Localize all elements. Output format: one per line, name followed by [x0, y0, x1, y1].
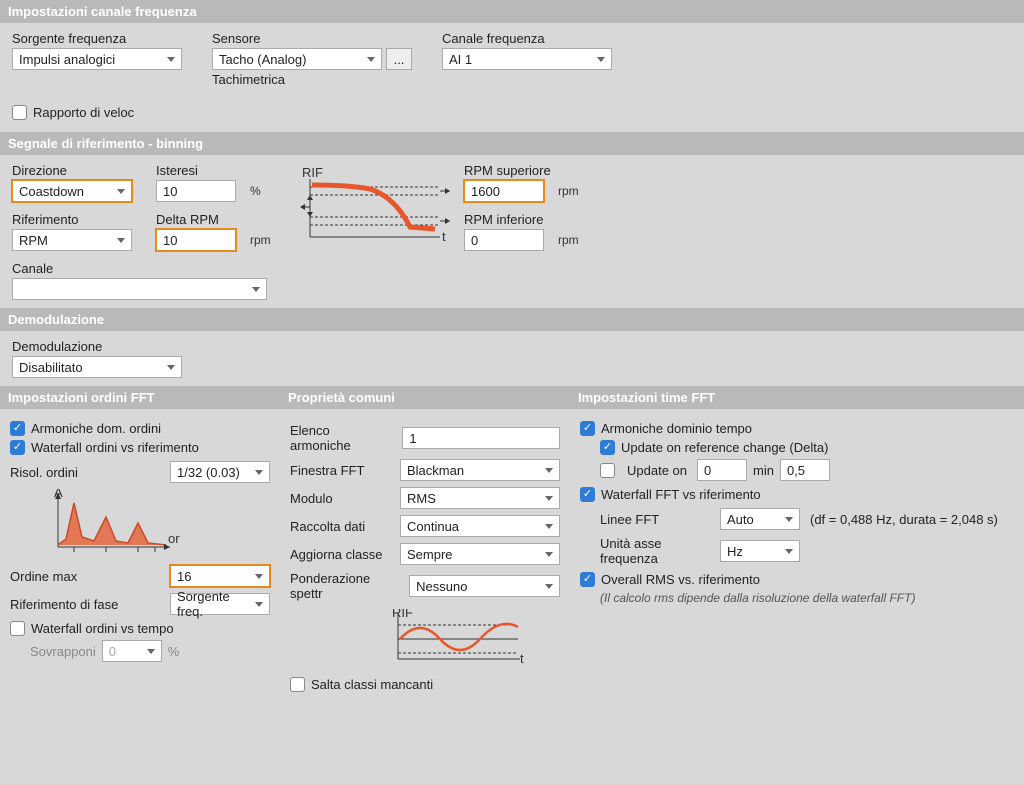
canale-frequenza-label: Canale frequenza	[442, 31, 612, 46]
waterfall-ordini-rif-label: Waterfall ordini vs riferimento	[31, 440, 199, 455]
finestra-fft-select[interactable]: Blackman	[400, 459, 560, 481]
sine-diagram: RIF t	[390, 609, 560, 669]
sensore-label: Sensore	[212, 31, 412, 46]
rapporto-velocita-checkbox[interactable]	[12, 105, 27, 120]
delta-rpm-label: Delta RPM	[156, 212, 286, 227]
waterfall-ordini-rif-checkbox[interactable]	[10, 440, 25, 455]
delta-rpm-unit: rpm	[250, 233, 271, 247]
update-on-value2[interactable]: 0,5	[780, 459, 830, 481]
demod-section-header: Demodulazione	[0, 308, 1024, 331]
aggiorna-classe-label: Aggiorna classe	[290, 547, 383, 562]
sovrapponi-label: Sovrapponi	[30, 644, 96, 659]
isteresi-input[interactable]: 10	[156, 180, 236, 202]
update-on-unit: min	[753, 463, 774, 478]
armoniche-ordini-label: Armoniche dom. ordini	[31, 421, 161, 436]
rpm-superiore-unit: rpm	[558, 184, 579, 198]
demod-select[interactable]: Disabilitato	[12, 356, 182, 378]
canale-select[interactable]	[12, 278, 267, 300]
armoniche-tempo-checkbox[interactable]	[580, 421, 595, 436]
salta-classi-label: Salta classi mancanti	[311, 677, 433, 692]
ordfft-section-header: Impostazioni ordini FFT	[0, 386, 280, 409]
demod-section-body: Demodulazione Disabilitato	[0, 331, 1024, 386]
rpm-inferiore-label: RPM inferiore	[464, 212, 624, 227]
rpm-inferiore-input[interactable]: 0	[464, 229, 544, 251]
ponderazione-select[interactable]: Nessuno	[409, 575, 560, 597]
waterfall-fft-rif-label: Waterfall FFT vs riferimento	[601, 487, 761, 502]
finestra-fft-label: Finestra FFT	[290, 463, 364, 478]
common-section-header: Proprietà comuni	[280, 386, 570, 409]
update-on-value1[interactable]: 0	[697, 459, 747, 481]
raccolta-dati-select[interactable]: Continua	[400, 515, 560, 537]
svg-text:t: t	[442, 229, 446, 244]
direzione-select[interactable]: Coastdown	[12, 180, 132, 202]
sensore-browse-button[interactable]: ...	[386, 48, 412, 70]
isteresi-unit: %	[250, 184, 261, 198]
order-spectrum-diagram: A ord	[40, 489, 270, 559]
rif-fase-select[interactable]: Sorgente freq.	[170, 593, 270, 615]
rpm-superiore-label: RPM superiore	[464, 163, 624, 178]
rif-fase-label: Riferimento di fase	[10, 597, 118, 612]
ref-section-header: Segnale di riferimento - binning	[0, 132, 1024, 155]
svg-text:RIF: RIF	[302, 167, 323, 180]
canale-frequenza-select[interactable]: AI 1	[442, 48, 612, 70]
svg-text:t: t	[520, 651, 524, 666]
unita-asse-label: Unità asse frequenza	[600, 536, 710, 566]
sensore-select[interactable]: Tacho (Analog)	[212, 48, 382, 70]
timefft-pane: Armoniche dominio tempo Update on refere…	[570, 409, 1024, 704]
elenco-armoniche-label: Elenco armoniche	[290, 423, 392, 453]
raccolta-dati-label: Raccolta dati	[290, 519, 365, 534]
freq-section-header: Impostazioni canale frequenza	[0, 0, 1024, 23]
coastdown-diagram: RIF t	[300, 167, 450, 247]
armoniche-ordini-checkbox[interactable]	[10, 421, 25, 436]
sovrapponi-select: 0	[102, 640, 162, 662]
risol-ordini-select[interactable]: 1/32 (0.03)	[170, 461, 270, 483]
sovrapponi-unit: %	[168, 644, 180, 659]
update-ref-label: Update on reference change (Delta)	[621, 440, 828, 455]
waterfall-fft-rif-checkbox[interactable]	[580, 487, 595, 502]
linee-fft-select[interactable]: Auto	[720, 508, 800, 530]
svg-text:ord: ord	[168, 531, 180, 546]
ordine-max-select[interactable]: 16	[170, 565, 270, 587]
ponderazione-label: Ponderazione spettr	[290, 571, 399, 601]
update-ref-checkbox[interactable]	[600, 440, 615, 455]
rpm-inferiore-unit: rpm	[558, 233, 579, 247]
direzione-label: Direzione	[12, 163, 142, 178]
armoniche-tempo-label: Armoniche dominio tempo	[601, 421, 752, 436]
waterfall-ordini-tempo-label: Waterfall ordini vs tempo	[31, 621, 174, 636]
modulo-select[interactable]: RMS	[400, 487, 560, 509]
timefft-section-header: Impostazioni time FFT	[570, 386, 1024, 409]
riferimento-select[interactable]: RPM	[12, 229, 132, 251]
overall-rms-label: Overall RMS vs. riferimento	[601, 572, 760, 587]
elenco-armoniche-input[interactable]: 1	[402, 427, 560, 449]
update-on-checkbox[interactable]	[600, 463, 615, 478]
sensore-sublabel: Tachimetrica	[212, 72, 412, 87]
aggiorna-classe-select[interactable]: Sempre	[400, 543, 560, 565]
linee-fft-label: Linee FFT	[600, 512, 710, 527]
risol-ordini-label: Risol. ordini	[10, 465, 78, 480]
ref-section-body: Direzione Coastdown Riferimento RPM Iste…	[0, 155, 1024, 308]
waterfall-ordini-tempo-checkbox[interactable]	[10, 621, 25, 636]
salta-classi-checkbox[interactable]	[290, 677, 305, 692]
common-pane: Elenco armoniche 1 Finestra FFT Blackman…	[280, 409, 570, 704]
isteresi-label: Isteresi	[156, 163, 286, 178]
linee-fft-note: (df = 0,488 Hz, durata = 2,048 s)	[810, 512, 998, 527]
canale-label: Canale	[12, 261, 1012, 276]
sorgente-frequenza-select[interactable]: Impulsi analogici	[12, 48, 182, 70]
overall-rms-note: (Il calcolo rms dipende dalla risoluzion…	[600, 591, 1014, 605]
ordfft-pane: Armoniche dom. ordini Waterfall ordini v…	[0, 409, 280, 704]
delta-rpm-input[interactable]: 10	[156, 229, 236, 251]
update-on-label: Update on	[627, 463, 687, 478]
modulo-label: Modulo	[290, 491, 333, 506]
rapporto-velocita-label: Rapporto di veloc	[33, 105, 134, 120]
ordine-max-label: Ordine max	[10, 569, 77, 584]
svg-text:RIF: RIF	[392, 609, 413, 620]
demod-label: Demodulazione	[12, 339, 1012, 354]
sorgente-frequenza-label: Sorgente frequenza	[12, 31, 182, 46]
rpm-superiore-input[interactable]: 1600	[464, 180, 544, 202]
freq-section-body: Sorgente frequenza Impulsi analogici Sen…	[0, 23, 1024, 132]
riferimento-label: Riferimento	[12, 212, 142, 227]
overall-rms-checkbox[interactable]	[580, 572, 595, 587]
unita-asse-select[interactable]: Hz	[720, 540, 800, 562]
